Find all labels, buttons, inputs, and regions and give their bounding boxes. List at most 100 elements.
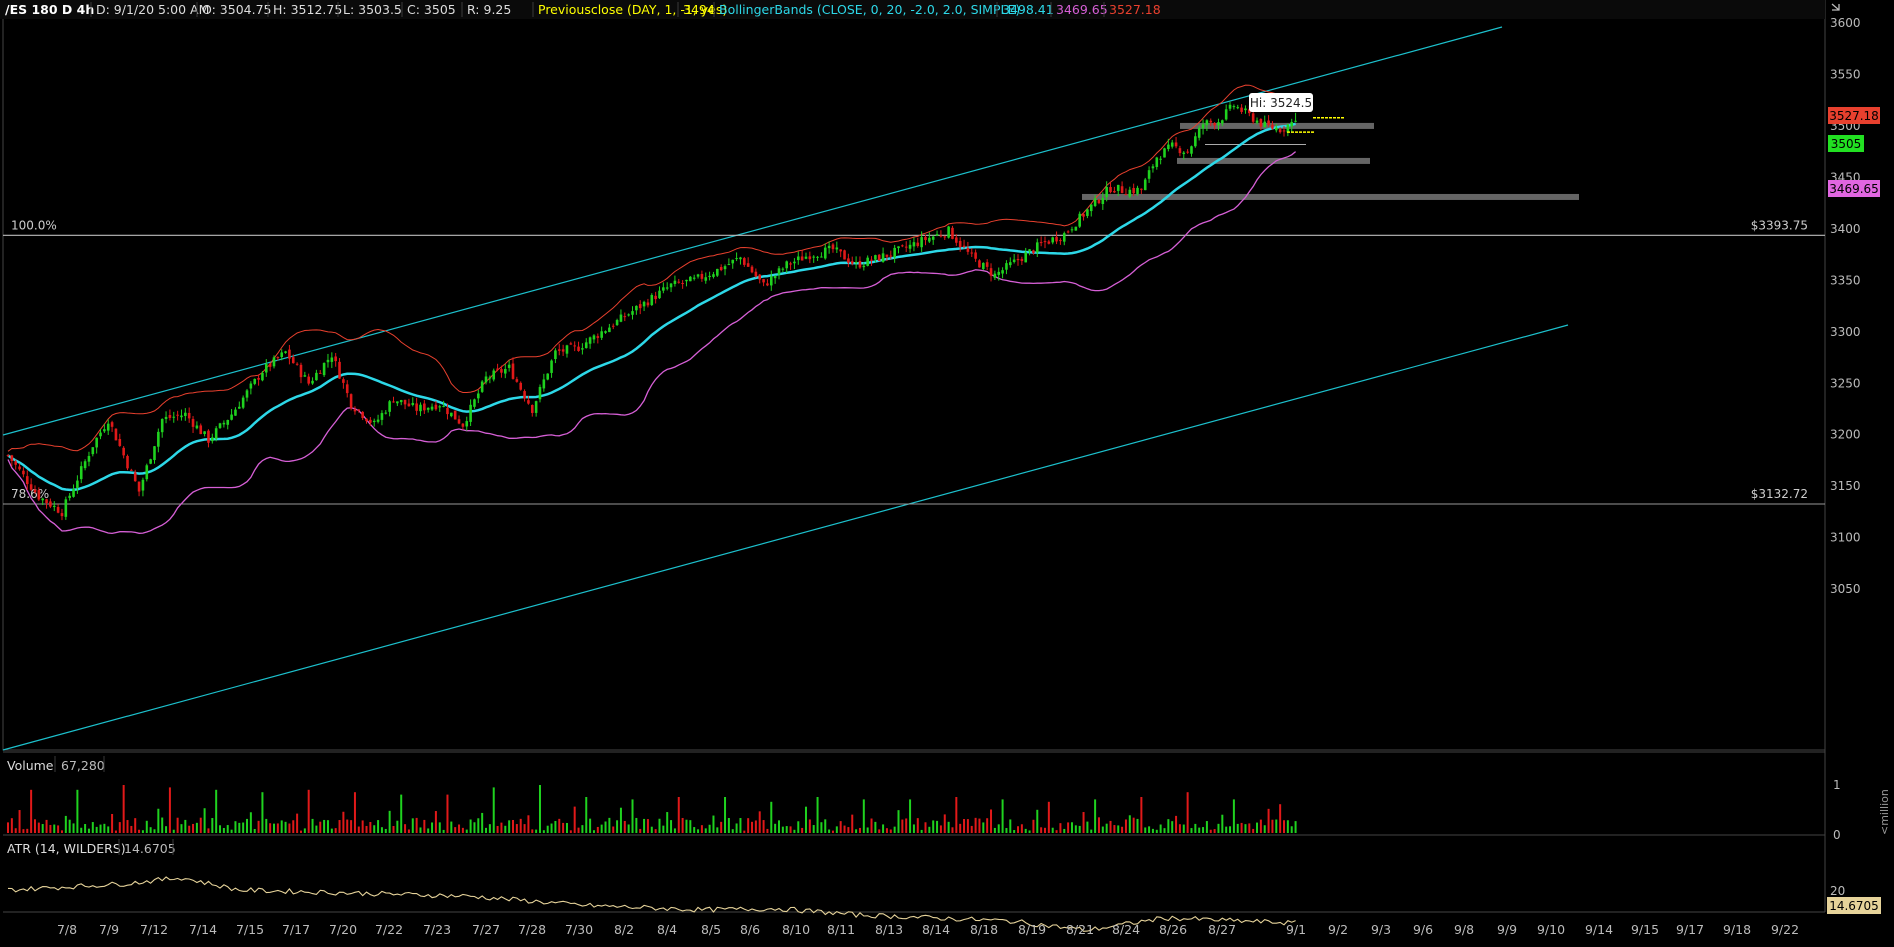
volume-bar [496,825,499,833]
volume-bar [951,827,954,833]
volume-bar [138,829,141,833]
candle-body [901,245,904,247]
candle [79,461,83,484]
candle [581,343,584,355]
candle [1263,115,1267,128]
candle [1089,204,1093,217]
candle-body [480,381,484,392]
candle [823,243,827,260]
symbol-label[interactable]: /ES 180 D 4h [5,2,94,17]
candle [754,268,758,278]
candle-body [870,259,873,261]
candle-body [369,419,372,423]
volume-bar [789,826,792,833]
candle-body [284,351,287,353]
candle-body [1194,136,1197,147]
chart-svg[interactable]: /ES 180 D 4h D: 9/1/20 5:00 AM O: 3504.7… [0,0,1894,947]
candle-body [469,404,472,422]
chart-workspace[interactable]: /ES 180 D 4h D: 9/1/20 5:00 AM O: 3504.7… [0,0,1894,947]
time-tick: 7/15 [236,922,264,937]
candle [218,422,222,429]
candle [1170,139,1174,149]
candle-body [384,412,388,414]
volume-bar [963,819,966,833]
volume-bar [45,819,48,833]
candle-body [785,261,789,269]
candle-body [762,279,765,283]
atr-pane-header[interactable]: ATR (14, WILDERS) 14.6705 [7,839,176,856]
volume-bar [727,818,730,833]
volume-bar [76,789,79,833]
volume-bar [72,823,75,833]
candle [1012,254,1016,264]
candle-body [168,415,172,418]
candle [1167,138,1170,152]
volume-bar [643,818,646,833]
candle [83,459,87,471]
volume-bar [693,827,696,833]
candle [608,323,611,333]
candle-body [311,380,314,384]
volume-bar [966,819,969,833]
volume-bar [261,792,264,833]
candle [619,309,623,323]
candle-body [52,505,56,508]
price-tick: 3600 [1830,16,1861,30]
candle-body [700,273,704,279]
candle-body [1155,157,1159,167]
time-tick: 7/30 [565,922,593,937]
bollinger-study-label[interactable]: BollingerBands (CLOSE, 0, 20, -2.0, 2.0,… [719,2,1020,17]
volume-bar [1248,823,1251,833]
candle-body [68,495,71,498]
time-tick: 8/2 [614,922,634,937]
candle-body [226,419,230,425]
volume-bar [658,818,661,833]
candle-body [164,416,168,420]
candle [87,451,91,467]
volume-bar [569,830,572,833]
candle [985,259,989,271]
volume-bar [978,818,981,833]
candle-body [1120,186,1124,193]
time-tick: 9/8 [1454,922,1474,937]
volume-bar [808,819,811,833]
candle [928,232,931,244]
candle [241,395,245,410]
candle-body [743,258,746,265]
volume-bar [465,829,468,833]
candle-body [685,279,688,282]
candle-body [592,335,596,340]
volume-bar [192,823,195,833]
candle-body [365,418,368,422]
volume-bar [1236,823,1239,833]
candle-body [1020,258,1024,262]
volume-bar [851,814,854,833]
time-axis[interactable]: 7/8 7/9 7/12 7/14 7/15 7/17 7/20 7/22 7/23 7/27 7/… [57,922,1799,937]
volume-bar [893,826,896,833]
candle-body [503,368,507,374]
candle [600,326,603,340]
volume-bar [905,818,908,833]
candle [974,249,977,262]
volume-bar [1109,820,1112,833]
candle-body [658,290,661,299]
volume-bar [153,829,156,833]
volume-bar [353,792,356,833]
candle-body [1178,148,1182,154]
candle [681,280,684,289]
volume-bar [111,813,114,833]
volume-bar [1105,823,1108,833]
trend-channels[interactable] [2,26,1569,751]
volume-bar [1067,822,1070,833]
candle-body [1012,259,1016,262]
time-tick: 7/17 [282,922,310,937]
candle-body [103,429,106,432]
volume-pane-header[interactable]: Volume 67,280 [7,756,105,773]
candle-body [500,369,503,373]
volume-bar [1217,823,1220,833]
volume-bar [1209,829,1212,833]
collapse-icon[interactable] [1831,3,1840,11]
volume-bar [388,810,391,833]
price-axis[interactable]: 3600355035003450340033503300325032003150… [1830,16,1861,596]
volume-bar [739,818,742,833]
